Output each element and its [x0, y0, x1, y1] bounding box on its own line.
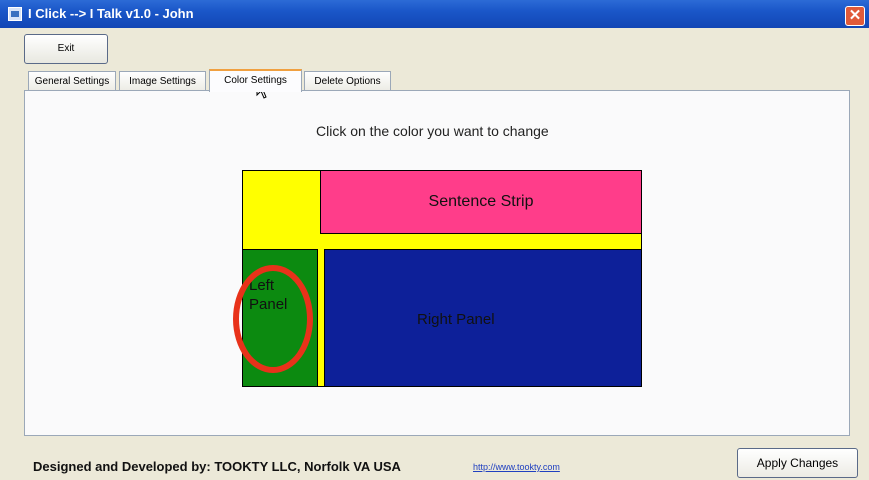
- app-icon: [8, 7, 22, 21]
- left-panel-region[interactable]: Left Panel: [243, 249, 318, 386]
- close-icon[interactable]: ✕: [845, 6, 865, 26]
- apply-changes-button[interactable]: Apply Changes: [737, 448, 858, 478]
- tab-image-settings[interactable]: Image Settings: [119, 71, 206, 91]
- left-panel-label-line1: Left: [249, 277, 275, 294]
- sentence-strip-label: Sentence Strip: [428, 193, 534, 210]
- sentence-strip-region[interactable]: Sentence Strip: [320, 171, 641, 234]
- title-bar[interactable]: I Click --> I Talk v1.0 - John ✕: [0, 0, 869, 28]
- left-panel-label-line2: Panel: [249, 296, 288, 313]
- tab-general-settings[interactable]: General Settings: [28, 71, 116, 91]
- tab-delete-options[interactable]: Delete Options: [304, 71, 391, 91]
- developer-credit: Designed and Developed by: TOOKTY LLC, N…: [33, 459, 401, 474]
- tab-color-settings[interactable]: Color Settings: [209, 69, 302, 92]
- color-preview-background[interactable]: Sentence Strip Left Panel Right Panel: [242, 170, 642, 387]
- right-panel-region[interactable]: Right Panel: [324, 249, 641, 386]
- right-panel-label: Right Panel: [417, 311, 495, 328]
- exit-button[interactable]: Exit: [24, 34, 108, 64]
- left-panel-label: Left Panel: [249, 276, 309, 314]
- instruction-text: Click on the color you want to change: [316, 123, 549, 139]
- window-title: I Click --> I Talk v1.0 - John: [28, 6, 194, 21]
- website-link[interactable]: http://www.tookty.com: [473, 462, 560, 472]
